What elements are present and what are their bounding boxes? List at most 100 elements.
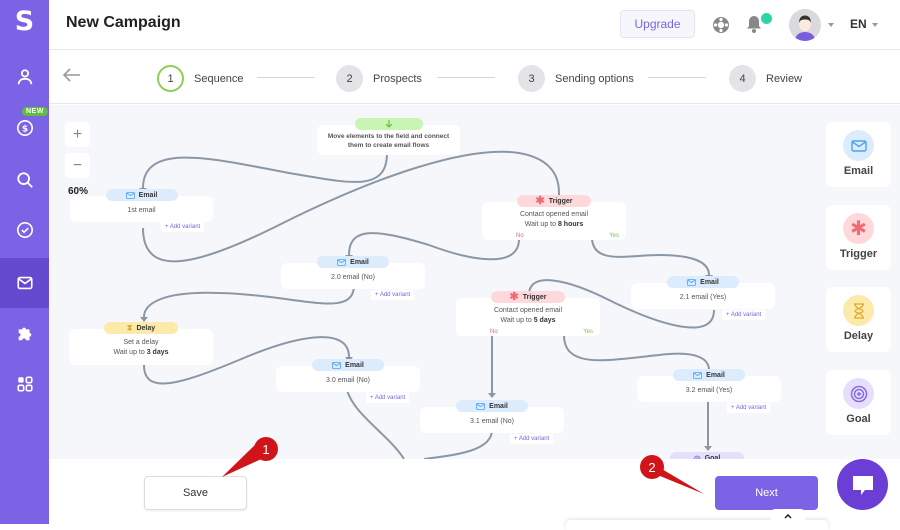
- step-label: Sending options: [555, 73, 634, 85]
- step-prospects[interactable]: 2 Prospects: [336, 65, 422, 92]
- top-bar: New Campaign Upgrade EN: [49, 0, 900, 50]
- back-arrow-icon[interactable]: [63, 68, 81, 82]
- palette-trigger[interactable]: ✱ Trigger: [826, 205, 891, 270]
- trigger-node-1[interactable]: ✱ Trigger Contact opened email Wait up t…: [482, 202, 626, 240]
- puzzle-icon: [16, 324, 34, 342]
- step-divider: [437, 77, 495, 78]
- zoom-out-button[interactable]: −: [65, 153, 90, 178]
- step-sending-options[interactable]: 3 Sending options: [518, 65, 634, 92]
- delay-tag: ⧗ Delay: [104, 322, 178, 334]
- add-variant-button[interactable]: + Add variant: [371, 290, 414, 300]
- sidebar-item-apps[interactable]: [0, 359, 49, 409]
- zoom-in-button[interactable]: +: [65, 122, 90, 147]
- app-logo[interactable]: S: [0, 6, 49, 37]
- delay-wait: Wait up to 3 days: [69, 348, 213, 358]
- save-button[interactable]: Save: [144, 476, 247, 510]
- start-tag: [355, 118, 423, 130]
- mail-icon: [126, 192, 135, 199]
- start-node[interactable]: Move elements to the field and connect t…: [317, 125, 460, 155]
- step-divider: [257, 77, 315, 78]
- email-node-1st[interactable]: Email 1st email: [70, 196, 213, 222]
- language-selector[interactable]: EN: [850, 17, 867, 31]
- email-tag: Email: [312, 359, 384, 371]
- connector-start-to-email1: [143, 153, 387, 188]
- palette-email[interactable]: Email: [826, 122, 891, 187]
- annotation-marker-1: 1: [254, 437, 278, 461]
- trigger-wait: Wait up to 8 hours: [482, 220, 626, 230]
- add-variant-button[interactable]: + Add variant: [510, 434, 553, 444]
- trigger-condition: Contact opened email: [456, 306, 600, 316]
- dollar-icon: $: [16, 119, 34, 137]
- delay-description: Set a delay: [69, 338, 213, 348]
- flow-canvas[interactable]: + − 60% Move elements to the field and c…: [49, 105, 900, 459]
- bell-icon[interactable]: [746, 14, 762, 34]
- trigger-tag: ✱ Trigger: [517, 195, 591, 207]
- sidebar: S NEW $: [0, 0, 49, 524]
- upgrade-button[interactable]: Upgrade: [620, 10, 695, 38]
- email-node-3-1[interactable]: Email 3.1 email (No): [420, 407, 564, 433]
- email-node-3-0[interactable]: Email 3.0 email (No): [276, 366, 420, 392]
- email-node-2-0[interactable]: Email 2.0 email (No): [281, 263, 425, 289]
- trigger-node-2[interactable]: ✱ Trigger Contact opened email Wait up t…: [456, 298, 600, 336]
- chat-bubble-icon: [851, 474, 875, 496]
- email-node-3-2[interactable]: Email 3.2 email (Yes): [637, 376, 781, 402]
- step-label: Sequence: [194, 73, 244, 85]
- email-node-2-1[interactable]: Email 2.1 email (Yes): [631, 283, 775, 309]
- add-variant-button[interactable]: + Add variant: [722, 310, 765, 320]
- mail-icon: [337, 259, 346, 266]
- palette-delay[interactable]: Delay: [826, 287, 891, 352]
- mail-icon: [332, 362, 341, 369]
- branch-no-label: No: [516, 233, 524, 239]
- branch-yes-label: Yes: [609, 233, 619, 239]
- connector-trigger1yes-to-email21: [592, 239, 709, 275]
- mail-icon: [687, 279, 696, 286]
- branch-yes-label: Yes: [583, 329, 593, 335]
- mail-icon: [693, 372, 702, 379]
- mail-icon: [476, 403, 485, 410]
- target-icon: [850, 385, 868, 403]
- user-icon: [16, 68, 34, 86]
- add-variant-button[interactable]: + Add variant: [161, 222, 204, 232]
- language-dropdown-caret[interactable]: [872, 23, 878, 27]
- sidebar-item-contacts[interactable]: [0, 52, 49, 102]
- chevron-up-icon: [784, 514, 792, 519]
- grid-icon: [16, 375, 34, 393]
- email-tag: Email: [317, 256, 389, 268]
- sidebar-item-billing[interactable]: $: [0, 103, 49, 153]
- sidebar-item-search[interactable]: [0, 155, 49, 205]
- step-number: 1: [157, 65, 184, 92]
- connector-email20-to-delay1: [144, 285, 354, 317]
- expand-panel-button[interactable]: [771, 509, 805, 523]
- branch-no-label: No: [490, 329, 498, 335]
- sidebar-item-campaigns[interactable]: [0, 258, 49, 308]
- page-title: New Campaign: [66, 14, 181, 32]
- notification-dot: [761, 13, 772, 24]
- step-divider: [648, 77, 706, 78]
- trigger-condition: Contact opened email: [482, 210, 626, 220]
- next-button[interactable]: Next: [715, 476, 818, 510]
- mail-icon: [851, 140, 867, 152]
- avatar-dropdown-caret[interactable]: [828, 23, 834, 27]
- step-label: Prospects: [373, 73, 422, 85]
- delay-node[interactable]: ⧗ Delay Set a delay Wait up to 3 days: [69, 329, 213, 365]
- goal-tag: ◎ Goal: [670, 452, 744, 459]
- step-label: Review: [766, 73, 802, 85]
- avatar[interactable]: [789, 9, 821, 41]
- help-lifebuoy-icon[interactable]: [711, 15, 731, 35]
- chat-widget-button[interactable]: [837, 459, 888, 510]
- palette-label: Goal: [826, 413, 891, 425]
- palette-label: Delay: [826, 330, 891, 342]
- palette-goal[interactable]: Goal: [826, 370, 891, 435]
- sidebar-item-integrations[interactable]: [0, 308, 49, 358]
- connector-email31-to-offscreen: [424, 430, 492, 459]
- email-tag: Email: [456, 400, 528, 412]
- add-variant-button[interactable]: + Add variant: [727, 403, 770, 413]
- step-number: 3: [518, 65, 545, 92]
- email-tag: Email: [673, 369, 745, 381]
- sidebar-item-tasks[interactable]: [0, 205, 49, 255]
- step-sequence[interactable]: 1 Sequence: [157, 65, 244, 92]
- step-review[interactable]: 4 Review: [729, 65, 802, 92]
- svg-text:$: $: [21, 125, 27, 135]
- step-bar: 1 Sequence 2 Prospects 3 Sending options…: [49, 51, 900, 104]
- add-variant-button[interactable]: + Add variant: [366, 393, 409, 403]
